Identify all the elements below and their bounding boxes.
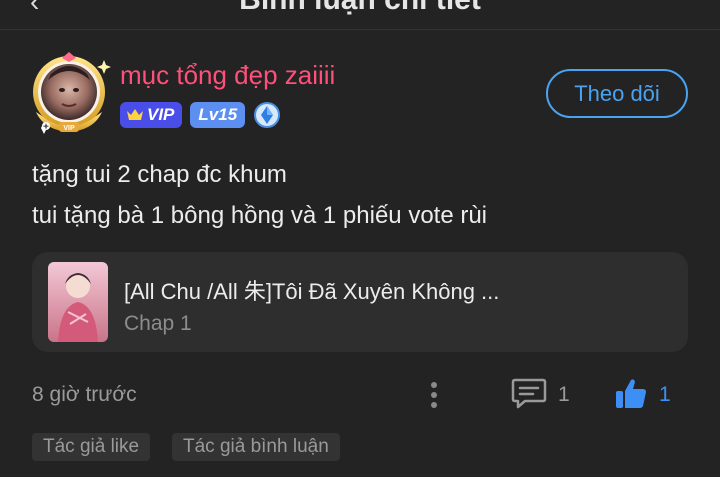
story-title: [All Chu /All 朱]Tôi Đã Xuyên Không ... xyxy=(124,279,500,304)
comment-line: tui tặng bà 1 bông hồng và 1 phiếu vote … xyxy=(32,202,488,229)
diamond-badge-icon xyxy=(254,101,281,128)
page-title: Bình luận chi tiết xyxy=(0,0,720,17)
comment-count: 1 xyxy=(558,383,570,406)
user-badges: VIP Lv15 xyxy=(120,101,281,128)
linked-story-card[interactable]: [All Chu /All 朱]Tôi Đã Xuyên Không ... C… xyxy=(32,252,688,352)
crown-icon xyxy=(127,108,143,120)
story-cover-image xyxy=(48,262,108,342)
vip-label: VIP xyxy=(147,104,175,124)
like-count: 1 xyxy=(659,383,671,406)
author-replied-tag: Tác giả bình luận xyxy=(172,433,340,461)
more-options-icon[interactable] xyxy=(427,380,441,410)
svg-text:VIP: VIP xyxy=(63,125,75,132)
thumbs-up-icon[interactable] xyxy=(613,376,649,412)
comment-icon[interactable] xyxy=(511,377,547,409)
comment-line: tặng tui 2 chap đc khum xyxy=(32,161,287,188)
comment-timestamp: 8 giờ trước xyxy=(32,383,137,406)
vip-badge: VIP xyxy=(120,101,183,128)
follow-button[interactable]: Theo dõi xyxy=(546,69,688,118)
story-chapter: Chap 1 xyxy=(124,312,192,335)
avatar[interactable]: VIP xyxy=(24,50,114,136)
level-badge: Lv15 xyxy=(190,101,246,128)
author-liked-tag: Tác giả like xyxy=(32,433,151,461)
avatar-vip-frame-icon: VIP xyxy=(33,52,111,134)
user-name[interactable]: mục tổng đẹp zaiiii xyxy=(120,60,335,91)
comment-text: tặng tui 2 chap đc khum tui tặng bà 1 bô… xyxy=(32,154,487,236)
header-bar: ‹ Bình luận chi tiết xyxy=(0,0,720,30)
